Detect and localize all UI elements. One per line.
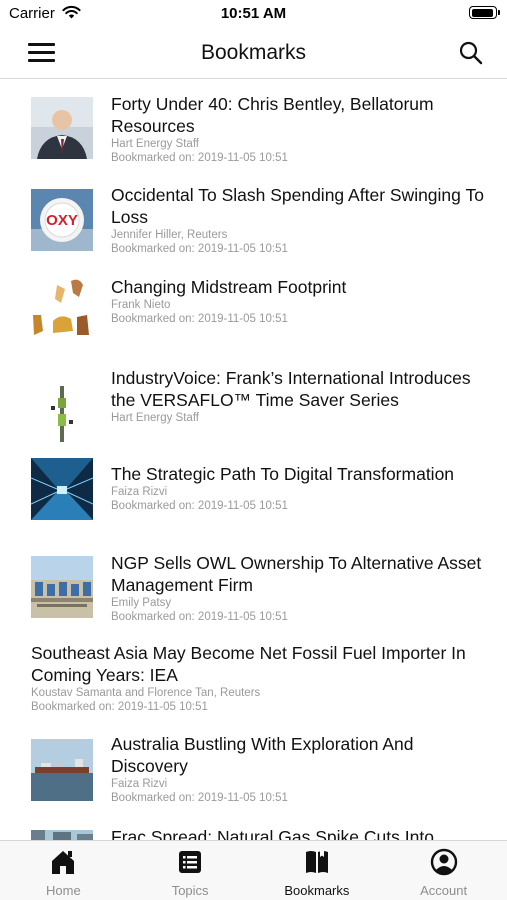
- page-title: Bookmarks: [200, 41, 307, 64]
- article-title: IndustryVoice: Frank’s International Int…: [111, 368, 471, 410]
- article-author: Faiza Rizvi: [111, 778, 168, 790]
- article-text: Occidental To Slash Spending After Swing…: [111, 184, 491, 256]
- article-thumbnail: [31, 458, 93, 520]
- article-text: Southeast Asia May Become Net Fossil Fue…: [31, 642, 491, 714]
- article-author: Emily Patsy: [111, 597, 172, 609]
- tab-bookmarks[interactable]: Bookmarks: [254, 841, 381, 900]
- article-thumbnail: OXY: [31, 189, 93, 251]
- article-title: Forty Under 40: Chris Bentley, Bellatoru…: [111, 94, 434, 136]
- tab-label: Home: [46, 883, 81, 898]
- article-author: Hart Energy Staff: [111, 412, 199, 424]
- tab-label: Account: [420, 883, 468, 898]
- status-bar: Carrier 10:51 AM: [0, 0, 507, 28]
- article-title: Changing Midstream Footprint: [111, 277, 347, 297]
- tab-home[interactable]: Home: [0, 841, 127, 900]
- search-icon: [459, 41, 483, 65]
- tab-bar: Home Topics Bookmarks Account: [0, 840, 507, 900]
- tab-label: Bookmarks: [284, 883, 350, 898]
- article-title: The Strategic Path To Digital Transforma…: [111, 464, 455, 484]
- bookmark-date: Bookmarked on: 2019-11-05 10:51: [111, 500, 288, 512]
- article-title: Southeast Asia May Become Net Fossil Fue…: [31, 643, 466, 685]
- navigation-bar: Bookmarks: [0, 28, 507, 79]
- status-time: 10:51 AM: [220, 5, 287, 22]
- article-title: NGP Sells OWL Ownership To Alternative A…: [111, 553, 482, 595]
- article-author: Faiza Rizvi: [111, 486, 168, 498]
- bookmark-item[interactable]: Frac Spread: Natural Gas Spike Cuts Into: [0, 826, 507, 840]
- home-icon: [52, 851, 75, 874]
- article-thumbnail: [31, 830, 93, 840]
- tab-label: Topics: [171, 883, 209, 898]
- article-text: Forty Under 40: Chris Bentley, Bellatoru…: [111, 93, 491, 165]
- article-text: Australia Bustling With Exploration And …: [111, 733, 491, 805]
- tab-topics[interactable]: Topics: [127, 841, 254, 900]
- article-thumbnail: [31, 556, 93, 618]
- bookmarks-screen: Carrier 10:51 AM Bookmarks Forty Under 4…: [0, 0, 507, 900]
- bookmark-item[interactable]: OXY Occidental To Slash Spending After S…: [0, 172, 507, 264]
- battery-icon: [469, 6, 500, 19]
- bookmark-date: Bookmarked on: 2019-11-05 10:51: [111, 152, 288, 164]
- article-author: Hart Energy Staff: [111, 138, 199, 150]
- book-icon: [305, 850, 328, 873]
- article-thumbnail: [31, 97, 93, 159]
- article-thumbnail: [31, 739, 93, 801]
- svg-text:OXY: OXY: [46, 212, 78, 229]
- bookmark-item[interactable]: The Strategic Path To Digital Transforma…: [0, 452, 507, 540]
- bookmark-date: Bookmarked on: 2019-11-05 10:51: [111, 611, 288, 623]
- bookmark-date: Bookmarked on: 2019-11-05 10:51: [111, 792, 288, 804]
- bookmark-date: Bookmarked on: 2019-11-05 10:51: [111, 313, 288, 325]
- bookmark-date: Bookmarked on: 2019-11-05 10:51: [111, 243, 288, 255]
- article-title: Frac Spread: Natural Gas Spike Cuts Into: [111, 827, 434, 840]
- bookmark-date: Bookmarked on: 2019-11-05 10:51: [31, 701, 208, 713]
- bookmark-item[interactable]: Forty Under 40: Chris Bentley, Bellatoru…: [0, 80, 507, 172]
- article-title: Occidental To Slash Spending After Swing…: [111, 185, 484, 227]
- article-text: The Strategic Path To Digital Transforma…: [111, 463, 491, 513]
- bookmark-item[interactable]: Changing Midstream Footprint Frank Nieto…: [0, 264, 507, 354]
- list-icon: [179, 851, 202, 873]
- article-text: Changing Midstream Footprint Frank Nieto…: [111, 276, 491, 326]
- search-button[interactable]: [457, 39, 485, 67]
- article-thumbnail: [31, 384, 93, 446]
- article-thumbnail: [31, 275, 93, 337]
- bookmark-item[interactable]: Southeast Asia May Become Net Fossil Fue…: [0, 642, 507, 726]
- article-title: Australia Bustling With Exploration And …: [111, 734, 414, 776]
- article-author: Jennifer Hiller, Reuters: [111, 229, 228, 241]
- article-author: Frank Nieto: [111, 299, 171, 311]
- bookmark-item[interactable]: Australia Bustling With Exploration And …: [0, 726, 507, 826]
- article-text: Frac Spread: Natural Gas Spike Cuts Into: [111, 826, 491, 840]
- article-text: IndustryVoice: Frank’s International Int…: [111, 367, 491, 425]
- account-icon: [430, 848, 457, 876]
- tab-account[interactable]: Account: [380, 841, 507, 900]
- article-author: Koustav Samanta and Florence Tan, Reuter…: [31, 687, 261, 699]
- article-text: NGP Sells OWL Ownership To Alternative A…: [111, 552, 491, 624]
- bookmark-item[interactable]: NGP Sells OWL Ownership To Alternative A…: [0, 540, 507, 642]
- bookmark-list: Forty Under 40: Chris Bentley, Bellatoru…: [0, 80, 507, 840]
- bookmark-item[interactable]: IndustryVoice: Frank’s International Int…: [0, 354, 507, 452]
